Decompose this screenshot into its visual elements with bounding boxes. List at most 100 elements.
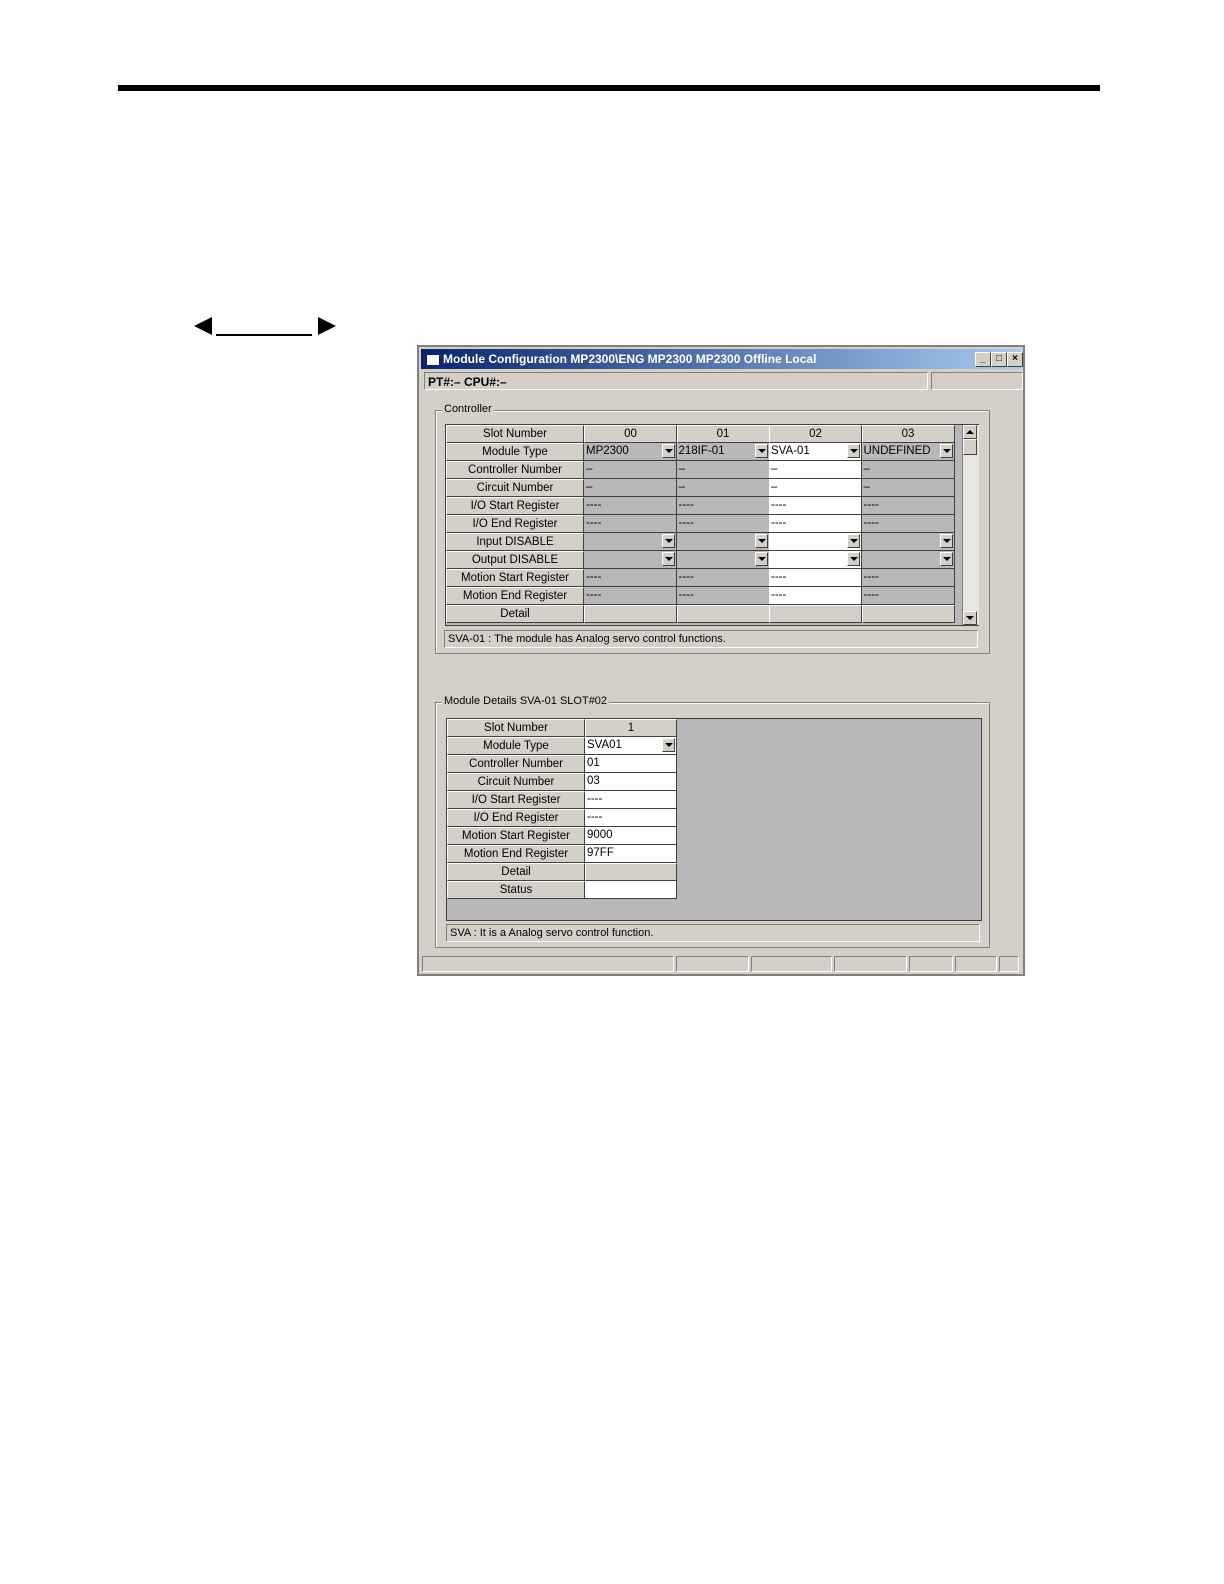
detail-value-cell[interactable]: ----: [585, 809, 677, 827]
module-type-select[interactable]: 218IF-01: [676, 443, 770, 461]
detail-value-cell[interactable]: ----: [585, 791, 677, 809]
chevron-down-icon[interactable]: [662, 534, 675, 548]
left-arrow-icon: [194, 317, 212, 335]
module-type-select-text: MP2300: [586, 445, 629, 457]
window-icon: [426, 354, 440, 366]
detail-button[interactable]: [861, 605, 955, 623]
output-disable-select[interactable]: [861, 551, 955, 569]
detail-slot-number: 1: [585, 719, 677, 737]
controller-cell-text: –: [678, 463, 685, 475]
chevron-down-icon[interactable]: [754, 552, 768, 566]
controller-cell[interactable]: ----: [769, 515, 862, 533]
detail-slot-number-text: 1: [627, 722, 635, 734]
detail-value-cell[interactable]: 01: [585, 755, 677, 773]
detail-value-cell[interactable]: 9000: [585, 827, 677, 845]
detail-value-cell-text: 03: [587, 775, 600, 787]
controller-scrollbar[interactable]: [962, 425, 979, 625]
controller-cell: ----: [861, 587, 955, 605]
chevron-down-icon[interactable]: [662, 738, 675, 752]
row-header: Circuit Number: [446, 479, 584, 497]
controller-cell-text: ----: [863, 499, 879, 511]
controller-cell[interactable]: ----: [769, 497, 862, 515]
controller-cell[interactable]: –: [769, 479, 862, 497]
row-header-text: Slot Number: [483, 428, 547, 440]
module-type-select[interactable]: MP2300: [584, 443, 677, 461]
detail-button[interactable]: [676, 605, 770, 623]
row-header: I/O End Register: [446, 515, 584, 533]
chevron-down-icon[interactable]: [847, 534, 860, 548]
controller-cell: ----: [861, 515, 955, 533]
chevron-down-icon[interactable]: [847, 444, 860, 458]
input-disable-select[interactable]: [676, 533, 770, 551]
maximize-button[interactable]: □: [991, 352, 1007, 367]
controller-cell: ----: [676, 515, 770, 533]
output-disable-select[interactable]: [676, 551, 770, 569]
output-disable-select[interactable]: [769, 551, 862, 569]
chevron-down-icon[interactable]: [754, 534, 768, 548]
right-arrow-icon: [318, 317, 336, 335]
row-header: Controller Number: [446, 461, 584, 479]
resize-grip-icon[interactable]: [999, 956, 1019, 972]
controller-cell: ----: [584, 587, 677, 605]
controller-grid: Slot Number Module Type Controller Number C…: [445, 424, 979, 626]
detail-button[interactable]: [769, 605, 862, 623]
detail-button[interactable]: [585, 863, 677, 881]
row-header: I/O Start Register: [446, 497, 584, 515]
detail-value-cell[interactable]: 03: [585, 773, 677, 791]
module-details-grid: Slot Number 1 Module Type SVA01 Controller N…: [446, 718, 982, 921]
slot-column-header: 02: [769, 425, 862, 443]
chevron-down-icon[interactable]: [754, 444, 768, 458]
arrow-line: [216, 334, 312, 336]
detail-row-header-text: Slot Number: [484, 722, 548, 734]
controller-cell: –: [861, 461, 955, 479]
chevron-down-icon[interactable]: [847, 552, 860, 566]
input-disable-select[interactable]: [861, 533, 955, 551]
module-type-select-text: SVA-01: [771, 445, 810, 457]
chevron-down-icon[interactable]: [662, 444, 675, 458]
controller-cell: ----: [861, 569, 955, 587]
detail-row-header: Motion End Register: [447, 845, 585, 863]
chevron-down-icon[interactable]: [939, 534, 953, 548]
controller-cell-text: ----: [678, 589, 694, 601]
controller-cell: ----: [676, 497, 770, 515]
detail-button[interactable]: [584, 605, 677, 623]
controller-cell: ----: [584, 569, 677, 587]
detail-value-cell[interactable]: 97FF: [585, 845, 677, 863]
input-disable-select[interactable]: [769, 533, 862, 551]
controller-cell-text: –: [863, 481, 870, 493]
controller-cell[interactable]: ----: [769, 569, 862, 587]
status-cell: [585, 881, 677, 899]
module-type-select[interactable]: UNDEFINED: [861, 443, 955, 461]
controller-cell-text: ----: [586, 571, 602, 583]
detail-row-header: Controller Number: [447, 755, 585, 773]
output-disable-select[interactable]: [584, 551, 677, 569]
scroll-thumb[interactable]: [963, 439, 977, 455]
controller-cell-text: ----: [863, 589, 879, 601]
minimize-button[interactable]: _: [975, 352, 991, 367]
detail-row-header-text: Circuit Number: [477, 776, 555, 788]
scroll-up-icon[interactable]: [963, 425, 977, 439]
input-disable-select[interactable]: [584, 533, 677, 551]
row-header-text: Detail: [500, 608, 530, 620]
row-header: Output DISABLE: [446, 551, 584, 569]
controller-cell: –: [861, 479, 955, 497]
scroll-down-icon[interactable]: [963, 611, 977, 625]
chevron-down-icon[interactable]: [939, 444, 953, 458]
row-header: Motion End Register: [446, 587, 584, 605]
detail-module-type-select[interactable]: SVA01: [585, 737, 677, 755]
chevron-down-icon[interactable]: [939, 552, 953, 566]
info-panel: [931, 372, 1023, 390]
module-type-select[interactable]: SVA-01: [769, 443, 862, 461]
slot-column-header-text: 03: [901, 428, 915, 440]
controller-cell[interactable]: ----: [769, 587, 862, 605]
detail-row-header-text: Controller Number: [469, 758, 563, 770]
slot-column-header: 00: [584, 425, 677, 443]
row-header: Detail: [446, 605, 584, 623]
controller-cell-text: –: [678, 481, 685, 493]
chevron-down-icon[interactable]: [662, 552, 675, 566]
controller-cell[interactable]: –: [769, 461, 862, 479]
controller-cell-text: ----: [863, 571, 879, 583]
row-header: Input DISABLE: [446, 533, 584, 551]
title-bar[interactable]: Module Configuration MP2300\ENG MP2300 M…: [421, 349, 1023, 369]
close-button[interactable]: ×: [1007, 352, 1023, 367]
